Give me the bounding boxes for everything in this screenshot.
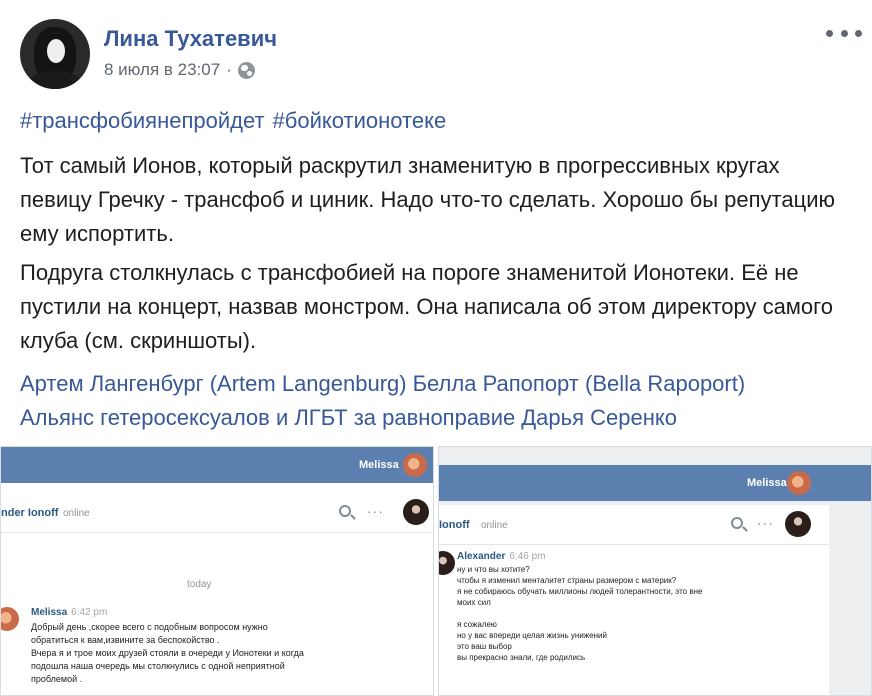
message-line: я сожалею: [457, 620, 497, 629]
tag-link[interactable]: Дарья Серенко: [521, 405, 677, 430]
message-author: Alexander 6:46 pm: [457, 551, 546, 562]
peer-avatar: [403, 499, 429, 525]
message-line: я не собираюсь обучать миллионы людей то…: [457, 587, 703, 596]
meta-separator: ·: [226, 60, 232, 79]
attached-screenshot-left[interactable]: Melissa nder Ionoff online ··· today Mel…: [0, 446, 434, 696]
author-name[interactable]: Лина Тухатевич: [104, 26, 277, 52]
message-time: 6:46 pm: [509, 551, 546, 562]
dot-icon: [855, 29, 862, 37]
dot-icon: [826, 29, 833, 37]
message-author-name: Alexander: [457, 551, 506, 562]
search-icon: [339, 505, 351, 517]
vk-topbar: Melissa: [1, 447, 433, 483]
message-text: Добрый день ,скорее всего с подобным воп…: [31, 621, 304, 686]
globe-icon[interactable]: [237, 61, 255, 79]
topbar-avatar: [787, 471, 811, 495]
tagged-people: Артем Лангенбург (Artem Langenburg) Белла…: [20, 367, 860, 435]
message-line: Добрый день ,скорее всего с подобным воп…: [31, 622, 268, 632]
message-line: обратиться к вам,извините за беспокойств…: [31, 635, 220, 645]
chat-panel: Ionoff online ··· Alexander 6:46 pm ну и …: [439, 505, 829, 695]
attached-screenshot-right[interactable]: Melissa Ionoff online ··· Alexander 6:46 …: [438, 446, 872, 696]
search-icon: [731, 517, 743, 529]
message-line: вы прекрасно знали, где родились: [457, 653, 586, 662]
author-avatar[interactable]: [20, 19, 90, 89]
hashtag-link[interactable]: #трансфобиянепройдет: [20, 108, 265, 133]
topbar-avatar: [403, 453, 427, 477]
topbar-username: Melissa: [747, 477, 787, 489]
message-text: ну и что вы хотите? чтобы я изменил мент…: [457, 564, 702, 663]
chat-status: online: [63, 508, 90, 519]
message-avatar: [439, 551, 455, 575]
message-line: Вчера я и трое моих друзей стояли в очер…: [31, 648, 304, 658]
message-line: чтобы я изменил менталитет страны размер…: [457, 576, 677, 585]
peer-avatar: [785, 511, 811, 537]
tag-link[interactable]: Белла Рапопорт (Bella Rapoport): [413, 371, 746, 396]
chat-title: Ionoff: [439, 519, 470, 531]
message-author: Melissa 6:42 pm: [31, 607, 107, 618]
post-paragraph: Тот самый Ионов, который раскрутил знаме…: [20, 153, 835, 246]
dots-icon: ···: [367, 503, 384, 519]
chat-title: nder Ionoff: [1, 507, 59, 519]
chat-header: Ionoff online ···: [439, 505, 829, 545]
message-line: подошла наша очередь мы столкнулись с од…: [31, 661, 285, 671]
avatar-shoulders: [26, 71, 84, 89]
day-separator: today: [187, 579, 212, 590]
vk-topbar: Melissa: [439, 465, 871, 501]
message-line: моих сил: [457, 598, 491, 607]
topbar-username: Melissa: [359, 459, 399, 471]
chat-status: online: [481, 520, 508, 531]
post-date[interactable]: 8 июля в 23:07: [104, 60, 220, 80]
hashtags: #трансфобиянепройдет #бойкотионотеке: [20, 108, 454, 134]
avatar-face: [47, 39, 65, 63]
message-avatar: [1, 607, 19, 631]
hashtag-link[interactable]: #бойкотионотеке: [273, 108, 447, 133]
dot-icon: [840, 29, 848, 37]
message-line: но у вас впереди целая жизнь унижений: [457, 631, 607, 640]
message-line: [457, 608, 702, 619]
message-author-name: Melissa: [31, 607, 68, 618]
tag-link[interactable]: Артем Лангенбург (Artem Langenburg): [20, 371, 407, 396]
chat-header: nder Ionoff online ···: [1, 493, 433, 533]
post-paragraph: Подруга столкнулась с трансфобией на пор…: [20, 260, 833, 353]
facebook-post: Лина Тухатевич 8 июля в 23:07 · #трансфо…: [0, 0, 872, 696]
dots-icon: ···: [757, 515, 774, 531]
message-line: ну и что вы хотите?: [457, 565, 530, 574]
message-line: проблемой .: [31, 674, 83, 684]
tag-link[interactable]: Альянс гетеросексуалов и ЛГБТ за равнопр…: [20, 405, 515, 430]
message-time: 6:42 pm: [71, 607, 108, 618]
message-line: это ваш выбор: [457, 642, 512, 651]
more-options-button[interactable]: [826, 22, 862, 44]
post-meta: 8 июля в 23:07 ·: [104, 60, 255, 80]
